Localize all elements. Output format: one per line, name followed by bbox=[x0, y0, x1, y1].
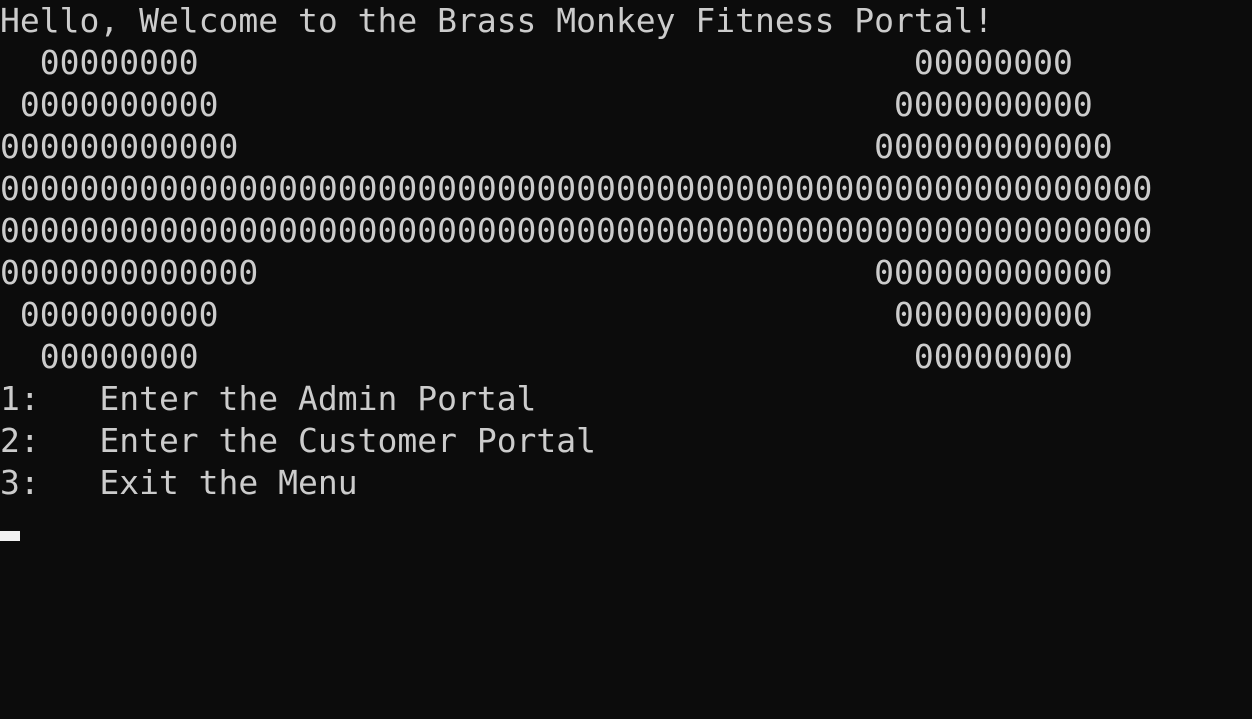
logo-line: 00000000 00000000 bbox=[0, 337, 1073, 376]
welcome-message: Hello, Welcome to the Brass Monkey Fitne… bbox=[0, 1, 994, 40]
menu-option-customer: 2: Enter the Customer Portal bbox=[0, 421, 597, 460]
logo-line: 000000000000 000000000000 bbox=[0, 127, 1113, 166]
logo-line: 0000000000000 000000000000 bbox=[0, 253, 1113, 292]
logo-line: 00000000 00000000 bbox=[0, 43, 1073, 82]
menu-option-admin: 1: Enter the Admin Portal bbox=[0, 379, 537, 418]
logo-line: 0000000000 0000000000 bbox=[0, 85, 1093, 124]
console-window[interactable]: Hello, Welcome to the Brass Monkey Fitne… bbox=[0, 0, 1252, 719]
logo-line: 0000000000000000000000000000000000000000… bbox=[0, 169, 1153, 208]
logo-line: 0000000000000000000000000000000000000000… bbox=[0, 211, 1153, 250]
text-cursor[interactable] bbox=[0, 531, 20, 541]
logo-line: 0000000000 0000000000 bbox=[0, 295, 1093, 334]
menu-option-exit: 3: Exit the Menu bbox=[0, 463, 358, 502]
